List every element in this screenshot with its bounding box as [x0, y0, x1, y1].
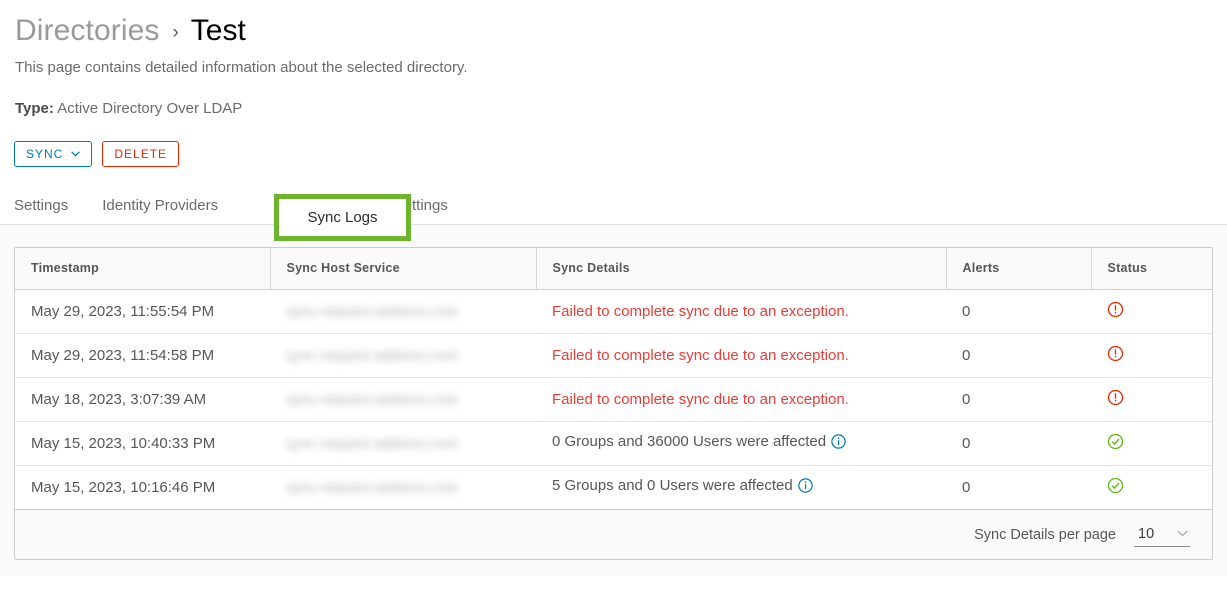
breadcrumb: Directories › Test: [0, 0, 1227, 47]
table-header: Timestamp Sync Host Service Sync Details…: [15, 248, 1212, 290]
cell-timestamp: May 15, 2023, 10:40:33 PM: [15, 421, 270, 466]
chevron-down-icon: [71, 146, 81, 160]
cell-status: [1091, 465, 1212, 509]
cell-sync-details: 5 Groups and 0 Users were affected: [536, 465, 946, 509]
info-icon[interactable]: [831, 434, 846, 453]
sync-logs-table-container: Timestamp Sync Host Service Sync Details…: [14, 247, 1213, 560]
table-row[interactable]: May 15, 2023, 10:16:46 PM sync-request-ad…: [15, 465, 1212, 509]
chevron-right-icon: ›: [172, 22, 179, 43]
redacted-host-value: sync-request-address.com: [286, 302, 459, 319]
sync-details-text: 0 Groups and 36000 Users were affected: [552, 433, 827, 450]
status-error-icon: [1107, 389, 1124, 410]
table-header-row: Timestamp Sync Host Service Sync Details…: [15, 248, 1212, 290]
action-button-group: SYNC DELETE: [0, 118, 1227, 167]
column-header-alerts[interactable]: Alerts: [945, 248, 1091, 290]
sync-details-text: 5 Groups and 0 Users were affected: [552, 477, 793, 495]
cell-sync-host-service: sync-request-address.com: [270, 289, 536, 334]
cell-sync-host-service: sync-request-address.com: [270, 333, 536, 378]
directory-type-value: Active Directory Over LDAP: [57, 100, 243, 117]
column-header-sync-details[interactable]: Sync Details: [535, 248, 946, 290]
redacted-host-value: sync-request-address.com: [286, 434, 459, 451]
redacted-host-value: sync-request-address.com: [286, 478, 459, 495]
cell-sync-host-service: sync-request-address.com: [270, 377, 536, 422]
cell-alerts: 0: [946, 377, 1091, 422]
redacted-host-value: sync-request-address.com: [286, 346, 459, 363]
delete-button[interactable]: DELETE: [102, 141, 180, 167]
table-row[interactable]: May 29, 2023, 11:54:58 PM sync-request-ad…: [15, 333, 1212, 378]
tab-bar: Settings Identity Providers Sync Logs Sy…: [0, 183, 1227, 225]
cell-alerts: 0: [946, 333, 1091, 378]
cell-status: [1091, 421, 1212, 466]
per-page-select[interactable]: 10: [1134, 522, 1190, 547]
column-header-status[interactable]: Status: [1090, 248, 1212, 290]
sync-details-text: Failed to complete sync due to an except…: [552, 390, 849, 408]
table-row[interactable]: May 15, 2023, 10:40:33 PM sync-request-ad…: [15, 421, 1212, 466]
cell-alerts: 0: [946, 289, 1091, 334]
chevron-down-icon: [1177, 529, 1188, 540]
column-header-sync-host-service[interactable]: Sync Host Service: [269, 248, 536, 290]
redacted-host-value: sync-request-address.com: [286, 390, 459, 407]
sync-logs-table: Timestamp Sync Host Service Sync Details…: [15, 248, 1212, 509]
cell-sync-details: Failed to complete sync due to an except…: [536, 333, 946, 378]
table-footer: Sync Details per page 10: [15, 509, 1212, 559]
cell-sync-host-service: sync-request-address.com: [270, 465, 536, 509]
cell-sync-details: Failed to complete sync due to an except…: [536, 377, 946, 422]
sync-details-text: Failed to complete sync due to an except…: [552, 302, 849, 320]
tab-identity-providers[interactable]: Identity Providers: [102, 197, 218, 224]
status-success-icon: [1107, 477, 1124, 498]
status-success-icon: [1107, 433, 1124, 454]
page-description: This page contains detailed information …: [15, 59, 468, 76]
cell-alerts: 0: [946, 421, 1091, 466]
tab-settings[interactable]: Settings: [14, 197, 68, 224]
page-title: Test: [190, 14, 246, 47]
sync-details-text: Failed to complete sync due to an except…: [552, 346, 849, 364]
cell-sync-details: 0 Groups and 36000 Users were affected: [536, 421, 946, 466]
cell-sync-details: Failed to complete sync due to an except…: [536, 289, 946, 334]
directory-detail-page: Directories › Test This page contains de…: [0, 0, 1227, 592]
cell-timestamp: May 29, 2023, 11:54:58 PM: [15, 333, 270, 378]
cell-timestamp: May 15, 2023, 10:16:46 PM: [31, 478, 216, 496]
sync-button[interactable]: SYNC: [14, 141, 93, 167]
per-page-label: Sync Details per page: [974, 526, 1116, 543]
cell-sync-host-service: sync-request-address.com: [270, 421, 536, 466]
column-header-timestamp[interactable]: Timestamp: [15, 248, 270, 290]
sync-button-label: SYNC: [26, 147, 64, 161]
breadcrumb-directories-link[interactable]: Directories: [15, 14, 159, 48]
table-row[interactable]: May 18, 2023, 3:07:39 AM sync-request-add…: [15, 377, 1212, 422]
delete-button-label: DELETE: [114, 147, 168, 161]
table-row[interactable]: May 29, 2023, 11:55:54 PM sync-request-ad…: [15, 289, 1212, 334]
status-error-icon: [1107, 345, 1124, 366]
cell-timestamp: May 29, 2023, 11:55:54 PM: [15, 289, 270, 334]
per-page-value: 10: [1138, 526, 1155, 542]
tab-content-sync-logs: Timestamp Sync Host Service Sync Details…: [0, 225, 1227, 576]
cell-status: [1091, 289, 1212, 334]
status-error-icon: [1107, 301, 1124, 322]
table-body: May 29, 2023, 11:55:54 PM sync-request-ad…: [15, 289, 1212, 509]
cell-timestamp: May 18, 2023, 3:07:39 AM: [15, 377, 270, 422]
directory-type-label: Type:: [15, 100, 54, 117]
cell-status: [1091, 333, 1212, 378]
cell-alerts: 0: [962, 478, 971, 496]
cell-status: [1091, 377, 1212, 422]
tab-sync-logs[interactable]: Sync Logs: [274, 194, 411, 241]
info-icon[interactable]: [798, 478, 813, 497]
directory-type-line: Type: Active Directory Over LDAP: [0, 77, 1227, 118]
